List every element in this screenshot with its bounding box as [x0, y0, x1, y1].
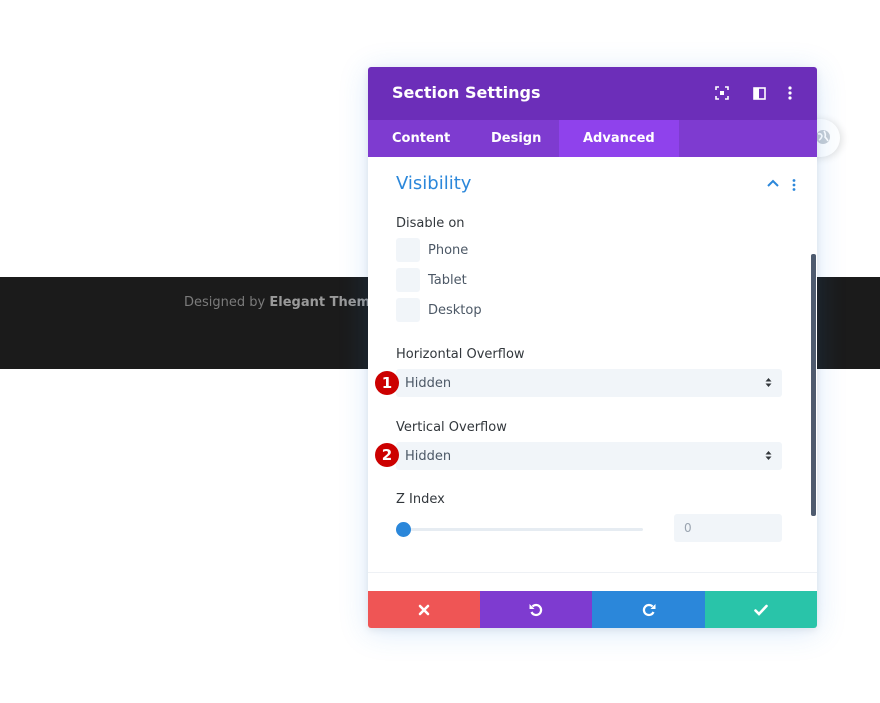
- undo-button[interactable]: [480, 591, 592, 628]
- save-button[interactable]: [705, 591, 817, 628]
- z-index-label: Z Index: [396, 492, 445, 507]
- vertical-overflow-select[interactable]: Hidden: [396, 442, 782, 470]
- z-index-input[interactable]: [674, 514, 782, 542]
- redo-icon: [642, 603, 655, 616]
- z-index-slider-track[interactable]: [402, 528, 643, 531]
- modal-title: Section Settings: [392, 83, 541, 102]
- tablet-label: Tablet: [428, 273, 467, 288]
- select-arrows-icon: [765, 378, 772, 387]
- globe-icon: [816, 130, 830, 144]
- chevron-up-icon[interactable]: [767, 179, 779, 187]
- section-settings-modal: Section Settings Content Design Advanced…: [368, 67, 817, 628]
- settings-tabs: Content Design Advanced: [368, 120, 817, 157]
- vertical-overflow-label: Vertical Overflow: [396, 420, 507, 435]
- undo-icon: [529, 603, 543, 616]
- desktop-checkbox[interactable]: [396, 298, 420, 322]
- tablet-checkbox[interactable]: [396, 268, 420, 292]
- tab-content[interactable]: Content: [368, 120, 474, 157]
- scrollbar[interactable]: [811, 254, 816, 516]
- split-view-icon[interactable]: [751, 85, 767, 101]
- horizontal-overflow-value: Hidden: [405, 376, 452, 391]
- close-icon: [418, 604, 430, 615]
- section-title[interactable]: Visibility: [396, 173, 471, 194]
- z-index-slider-handle[interactable]: [396, 522, 411, 537]
- callout-badge-2: 2: [375, 443, 399, 467]
- disable-on-label: Disable on: [396, 216, 465, 231]
- section-more-icon[interactable]: [792, 179, 796, 191]
- phone-label: Phone: [428, 243, 469, 258]
- footer-credit: Designed by Elegant Themes: [184, 295, 387, 310]
- vertical-overflow-value: Hidden: [405, 449, 452, 464]
- expand-icon[interactable]: [714, 85, 730, 101]
- phone-checkbox[interactable]: [396, 238, 420, 262]
- more-vertical-icon[interactable]: [782, 85, 798, 101]
- cancel-button[interactable]: [368, 591, 480, 628]
- select-arrows-icon: [765, 451, 772, 460]
- desktop-label: Desktop: [428, 303, 482, 318]
- horizontal-overflow-label: Horizontal Overflow: [396, 347, 525, 362]
- check-icon: [754, 604, 768, 616]
- horizontal-overflow-select[interactable]: Hidden: [396, 369, 782, 397]
- modal-header: Section Settings: [368, 67, 817, 120]
- tab-advanced[interactable]: Advanced: [559, 120, 679, 157]
- credit-prefix: Designed by: [184, 295, 266, 310]
- callout-badge-1: 1: [375, 371, 399, 395]
- settings-body: Visibility Disable on Phone Tablet Deskt…: [368, 157, 817, 591]
- tab-design[interactable]: Design: [467, 120, 565, 157]
- body-divider: [368, 572, 817, 573]
- modal-footer: [368, 591, 817, 628]
- redo-button[interactable]: [592, 591, 705, 628]
